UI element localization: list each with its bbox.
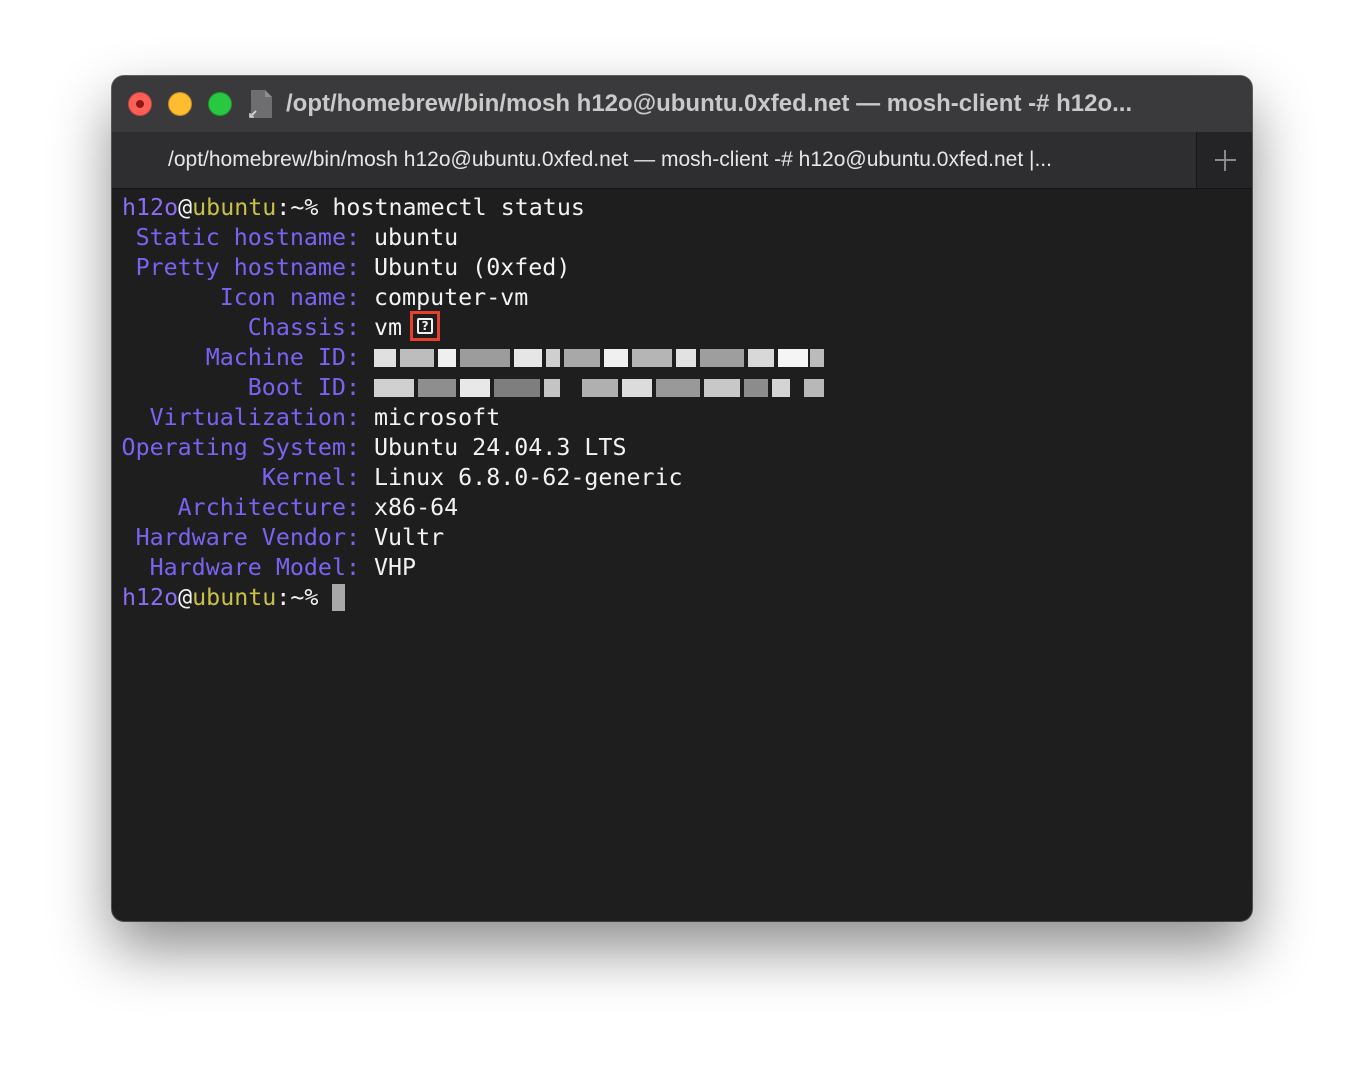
prompt-at: @: [178, 584, 193, 611]
output-row: Pretty hostname: Ubuntu (0xfed): [122, 253, 842, 283]
new-tab-button[interactable]: [1197, 132, 1252, 188]
field-label: Chassis:: [247, 314, 360, 341]
field-value: microsoft: [374, 404, 501, 431]
output-row: Chassis: vm?: [122, 311, 842, 343]
prompt-user: h12o: [122, 194, 179, 221]
field-label: Machine ID:: [205, 344, 360, 371]
close-button[interactable]: [128, 92, 152, 116]
field-label: Architecture:: [177, 494, 360, 521]
output-row: Boot ID:: [122, 373, 842, 403]
output-row: Architecture: x86-64: [122, 493, 842, 523]
document-icon[interactable]: [248, 89, 274, 119]
field-value: VHP: [374, 554, 417, 581]
field-label: Boot ID:: [247, 374, 360, 401]
output-row: Kernel: Linux 6.8.0-62-generic: [122, 463, 842, 493]
prompt-suffix: :~%: [276, 584, 319, 611]
prompt-at: @: [178, 194, 193, 221]
prompt-user: h12o: [122, 584, 179, 611]
field-value: ubuntu: [374, 224, 459, 251]
output-row: Operating System: Ubuntu 24.04.3 LTS: [122, 433, 842, 463]
field-label: Hardware Model:: [149, 554, 360, 581]
tab-mosh-session[interactable]: /opt/homebrew/bin/mosh h12o@ubuntu.0xfed…: [112, 132, 1197, 188]
field-label: Kernel:: [261, 464, 360, 491]
command-text: hostnamectl status: [332, 194, 585, 221]
terminal-window: /opt/homebrew/bin/mosh h12o@ubuntu.0xfed…: [112, 76, 1252, 921]
title-bar[interactable]: /opt/homebrew/bin/mosh h12o@ubuntu.0xfed…: [112, 76, 1252, 132]
tab-label: /opt/homebrew/bin/mosh h12o@ubuntu.0xfed…: [168, 148, 1052, 171]
field-value: computer-vm: [374, 284, 529, 311]
output-row: Static hostname: ubuntu: [122, 223, 842, 253]
tab-bar: /opt/homebrew/bin/mosh h12o@ubuntu.0xfed…: [112, 132, 1252, 189]
terminal-output[interactable]: h12o@ubuntu:~% hostnamectl status Static…: [122, 193, 1242, 913]
text-cursor: [332, 584, 346, 611]
redacted-machine-id: [374, 349, 824, 367]
command-line: h12o@ubuntu:~% hostnamectl status: [122, 193, 585, 223]
missing-glyph-icon: ?: [417, 318, 434, 334]
output-row: Hardware Model: VHP: [122, 553, 842, 583]
output-row: Icon name: computer-vm: [122, 283, 842, 313]
window-title: /opt/homebrew/bin/mosh h12o@ubuntu.0xfed…: [286, 90, 1133, 117]
field-value: x86-64: [374, 494, 459, 521]
output-row: Machine ID:: [122, 343, 842, 373]
field-label: Icon name:: [219, 284, 360, 311]
output-row: Hardware Vendor: Vultr: [122, 523, 842, 553]
field-label: Static hostname:: [135, 224, 360, 251]
field-label: Operating System:: [121, 434, 360, 461]
minimize-button[interactable]: [168, 92, 192, 116]
field-value: Linux 6.8.0-62-generic: [374, 464, 683, 491]
field-label: Pretty hostname:: [135, 254, 360, 281]
field-value: Ubuntu 24.04.3 LTS: [374, 434, 627, 461]
redacted-boot-id: [374, 379, 824, 397]
prompt-host: ubuntu: [192, 584, 277, 611]
prompt-suffix: :~%: [276, 194, 319, 221]
maximize-button[interactable]: [208, 92, 232, 116]
highlight-box: ?: [410, 311, 441, 341]
field-value: Vultr: [374, 524, 445, 551]
field-label: Hardware Vendor:: [135, 524, 360, 551]
prompt-line: h12o@ubuntu:~%: [122, 583, 346, 613]
field-value: vm: [374, 314, 403, 341]
field-label: Virtualization:: [149, 404, 360, 431]
prompt-host: ubuntu: [192, 194, 277, 221]
output-row: Virtualization: microsoft: [122, 403, 842, 433]
field-value: Ubuntu (0xfed): [374, 254, 571, 281]
